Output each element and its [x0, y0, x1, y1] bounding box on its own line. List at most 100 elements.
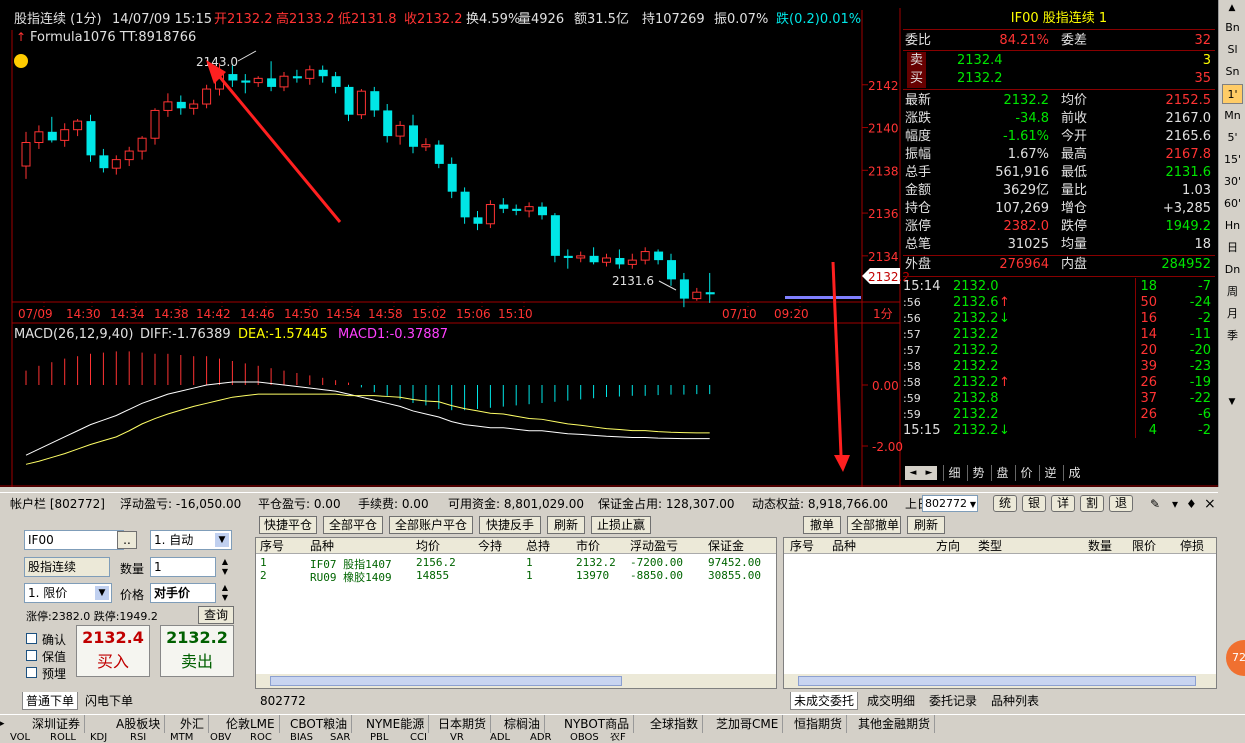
account-select[interactable]: 802772 ▼	[922, 495, 978, 512]
orders-button-1[interactable]: 全部撤单	[847, 516, 901, 534]
floating-badge[interactable]: 72	[1226, 640, 1245, 676]
indicator-tab-13[interactable]: ADR	[530, 733, 552, 743]
float-icon[interactable]: ♦	[1186, 493, 1197, 515]
indicator-tab-8[interactable]: SAR	[330, 733, 350, 743]
positions-button-0[interactable]: 快捷平仓	[259, 516, 317, 534]
chevron-down-icon[interactable]: ▼	[215, 533, 229, 547]
close-icon[interactable]: ×	[1204, 493, 1216, 515]
period-button-12[interactable]: 周	[1222, 282, 1243, 302]
account-button-4[interactable]: 退	[1109, 495, 1133, 512]
account-button-2[interactable]: 详	[1051, 495, 1075, 512]
indicator-tab-12[interactable]: ADL	[490, 733, 510, 743]
qty-stepper[interactable]: ▲ ▼	[219, 557, 231, 577]
pin-icon[interactable]: ▾	[1172, 493, 1178, 515]
period-button-0[interactable]: Bn	[1222, 18, 1243, 38]
orders-tab-2[interactable]: 委托记录	[926, 692, 980, 710]
positions-button-1[interactable]: 全部平仓	[323, 516, 383, 534]
indicator-tab-3[interactable]: RSI	[130, 733, 146, 743]
mode-select[interactable]: 1. 自动 ▼	[150, 530, 232, 550]
query-button[interactable]: 查询	[198, 606, 234, 624]
positions-button-4[interactable]: 刷新	[547, 516, 585, 534]
scroll-down-icon[interactable]: ▼	[1224, 396, 1240, 408]
account-button-0[interactable]: 统	[993, 495, 1017, 512]
quote-tab-1[interactable]: 势	[967, 465, 989, 481]
period-button-2[interactable]: Sn	[1222, 62, 1243, 82]
market-tab-3[interactable]: 伦敦LME	[222, 715, 280, 734]
market-tab-9[interactable]: 全球指数	[646, 715, 704, 734]
positions-button-5[interactable]: 止损止赢	[591, 516, 651, 534]
period-button-11[interactable]: Dn	[1222, 260, 1243, 280]
quote-tab-4[interactable]: 逆	[1039, 465, 1061, 481]
positions-button-3[interactable]: 快捷反手	[479, 516, 541, 534]
chart-area[interactable]: 股指连续 (1分) 14/07/09 15:15 开2132.2 高2133.2 低21…	[0, 0, 1218, 487]
period-button-3[interactable]: 1'	[1222, 84, 1243, 104]
period-button-1[interactable]: Sl	[1222, 40, 1243, 60]
tab-flash-order[interactable]: 闪电下单	[82, 692, 136, 710]
indicator-tab-4[interactable]: MTM	[170, 733, 193, 743]
orders-tab-0[interactable]: 未成交委托	[790, 692, 859, 710]
market-tab-1[interactable]: A股板块	[112, 715, 166, 734]
scrollbar-thumb[interactable]	[798, 676, 1196, 686]
market-tab-7[interactable]: 棕榈油	[500, 715, 546, 734]
market-tab-2[interactable]: 外汇	[176, 715, 210, 734]
chevron-down-icon[interactable]: ▼	[95, 586, 109, 600]
scroll-left-icon[interactable]: ▸	[0, 715, 5, 734]
orders-tab-3[interactable]: 品种列表	[988, 692, 1042, 710]
quote-tab-5[interactable]: 成	[1063, 465, 1085, 481]
period-button-14[interactable]: 季	[1222, 326, 1243, 346]
market-tab-0[interactable]: 深圳证券	[28, 715, 86, 734]
orders-tab-1[interactable]: 成交明细	[864, 692, 918, 710]
indicator-tab-0[interactable]: VOL	[10, 733, 30, 743]
period-button-9[interactable]: Hn	[1222, 216, 1243, 236]
market-tab-12[interactable]: 其他金融期货	[854, 715, 936, 734]
indicator-tab-14[interactable]: OBOS	[570, 733, 599, 743]
period-button-7[interactable]: 30'	[1222, 172, 1243, 192]
hedge-checkbox[interactable]	[26, 650, 37, 661]
quote-tab-3[interactable]: 价	[1015, 465, 1037, 481]
indicator-tab-11[interactable]: VR	[450, 733, 464, 743]
period-button-4[interactable]: Mn	[1222, 106, 1243, 126]
market-tab-11[interactable]: 恒指期货	[790, 715, 848, 734]
qty-input[interactable]: 1	[150, 557, 216, 577]
sell-button[interactable]: 2132.2 卖出	[160, 625, 234, 677]
period-button-13[interactable]: 月	[1222, 304, 1243, 324]
symbol-lookup-button[interactable]: ..	[117, 531, 137, 549]
indicator-tab-10[interactable]: CCI	[410, 733, 427, 743]
tab-normal-order[interactable]: 普通下单	[22, 692, 79, 710]
tools-icon[interactable]: ✎	[1150, 493, 1160, 515]
period-button-5[interactable]: 5'	[1222, 128, 1243, 148]
quote-tab-2[interactable]: 盘	[991, 465, 1013, 481]
positions-button-2[interactable]: 全部账户平仓	[389, 516, 473, 534]
indicator-tab-15[interactable]: 农F	[610, 733, 626, 743]
account-button-1[interactable]: 银	[1022, 495, 1046, 512]
market-tab-4[interactable]: CBOT粮油	[286, 715, 353, 734]
period-button-10[interactable]: 日	[1222, 238, 1243, 258]
orders-button-2[interactable]: 刷新	[907, 516, 945, 534]
price-stepper[interactable]: ▲ ▼	[219, 583, 231, 603]
indicator-tab-2[interactable]: KDJ	[90, 733, 107, 743]
market-tab-10[interactable]: 芝加哥CME	[712, 715, 784, 734]
price-input[interactable]: 对手价	[150, 583, 216, 603]
market-tab-6[interactable]: 日本期货	[434, 715, 492, 734]
quote-tab-0[interactable]: 细	[943, 465, 965, 481]
confirm-checkbox[interactable]	[26, 633, 37, 644]
preset-checkbox[interactable]	[26, 667, 37, 678]
chevron-down-icon[interactable]: ▼	[970, 497, 976, 512]
account-button-3[interactable]: 割	[1080, 495, 1104, 512]
indicator-tab-9[interactable]: PBL	[370, 733, 388, 743]
indicator-tab-1[interactable]: ROLL	[50, 733, 76, 743]
price-type-select[interactable]: 1. 限价 ▼	[24, 583, 112, 603]
tab-prev-icon[interactable]: ◄	[905, 466, 921, 480]
tab-next-icon[interactable]: ►	[921, 466, 937, 480]
indicator-tab-5[interactable]: OBV	[210, 733, 231, 743]
scroll-up-icon[interactable]: ▲	[1224, 2, 1240, 14]
period-button-8[interactable]: 60'	[1222, 194, 1243, 214]
market-tab-8[interactable]: NYBOT商品	[560, 715, 635, 734]
period-button-6[interactable]: 15'	[1222, 150, 1243, 170]
buy-button[interactable]: 2132.4 买入	[76, 625, 150, 677]
scrollbar-thumb[interactable]	[270, 676, 622, 686]
indicator-tab-7[interactable]: BIAS	[290, 733, 313, 743]
symbol-input[interactable]: IF00	[24, 530, 124, 550]
orders-button-0[interactable]: 撤单	[803, 516, 841, 534]
market-tab-5[interactable]: NYME能源	[362, 715, 430, 734]
